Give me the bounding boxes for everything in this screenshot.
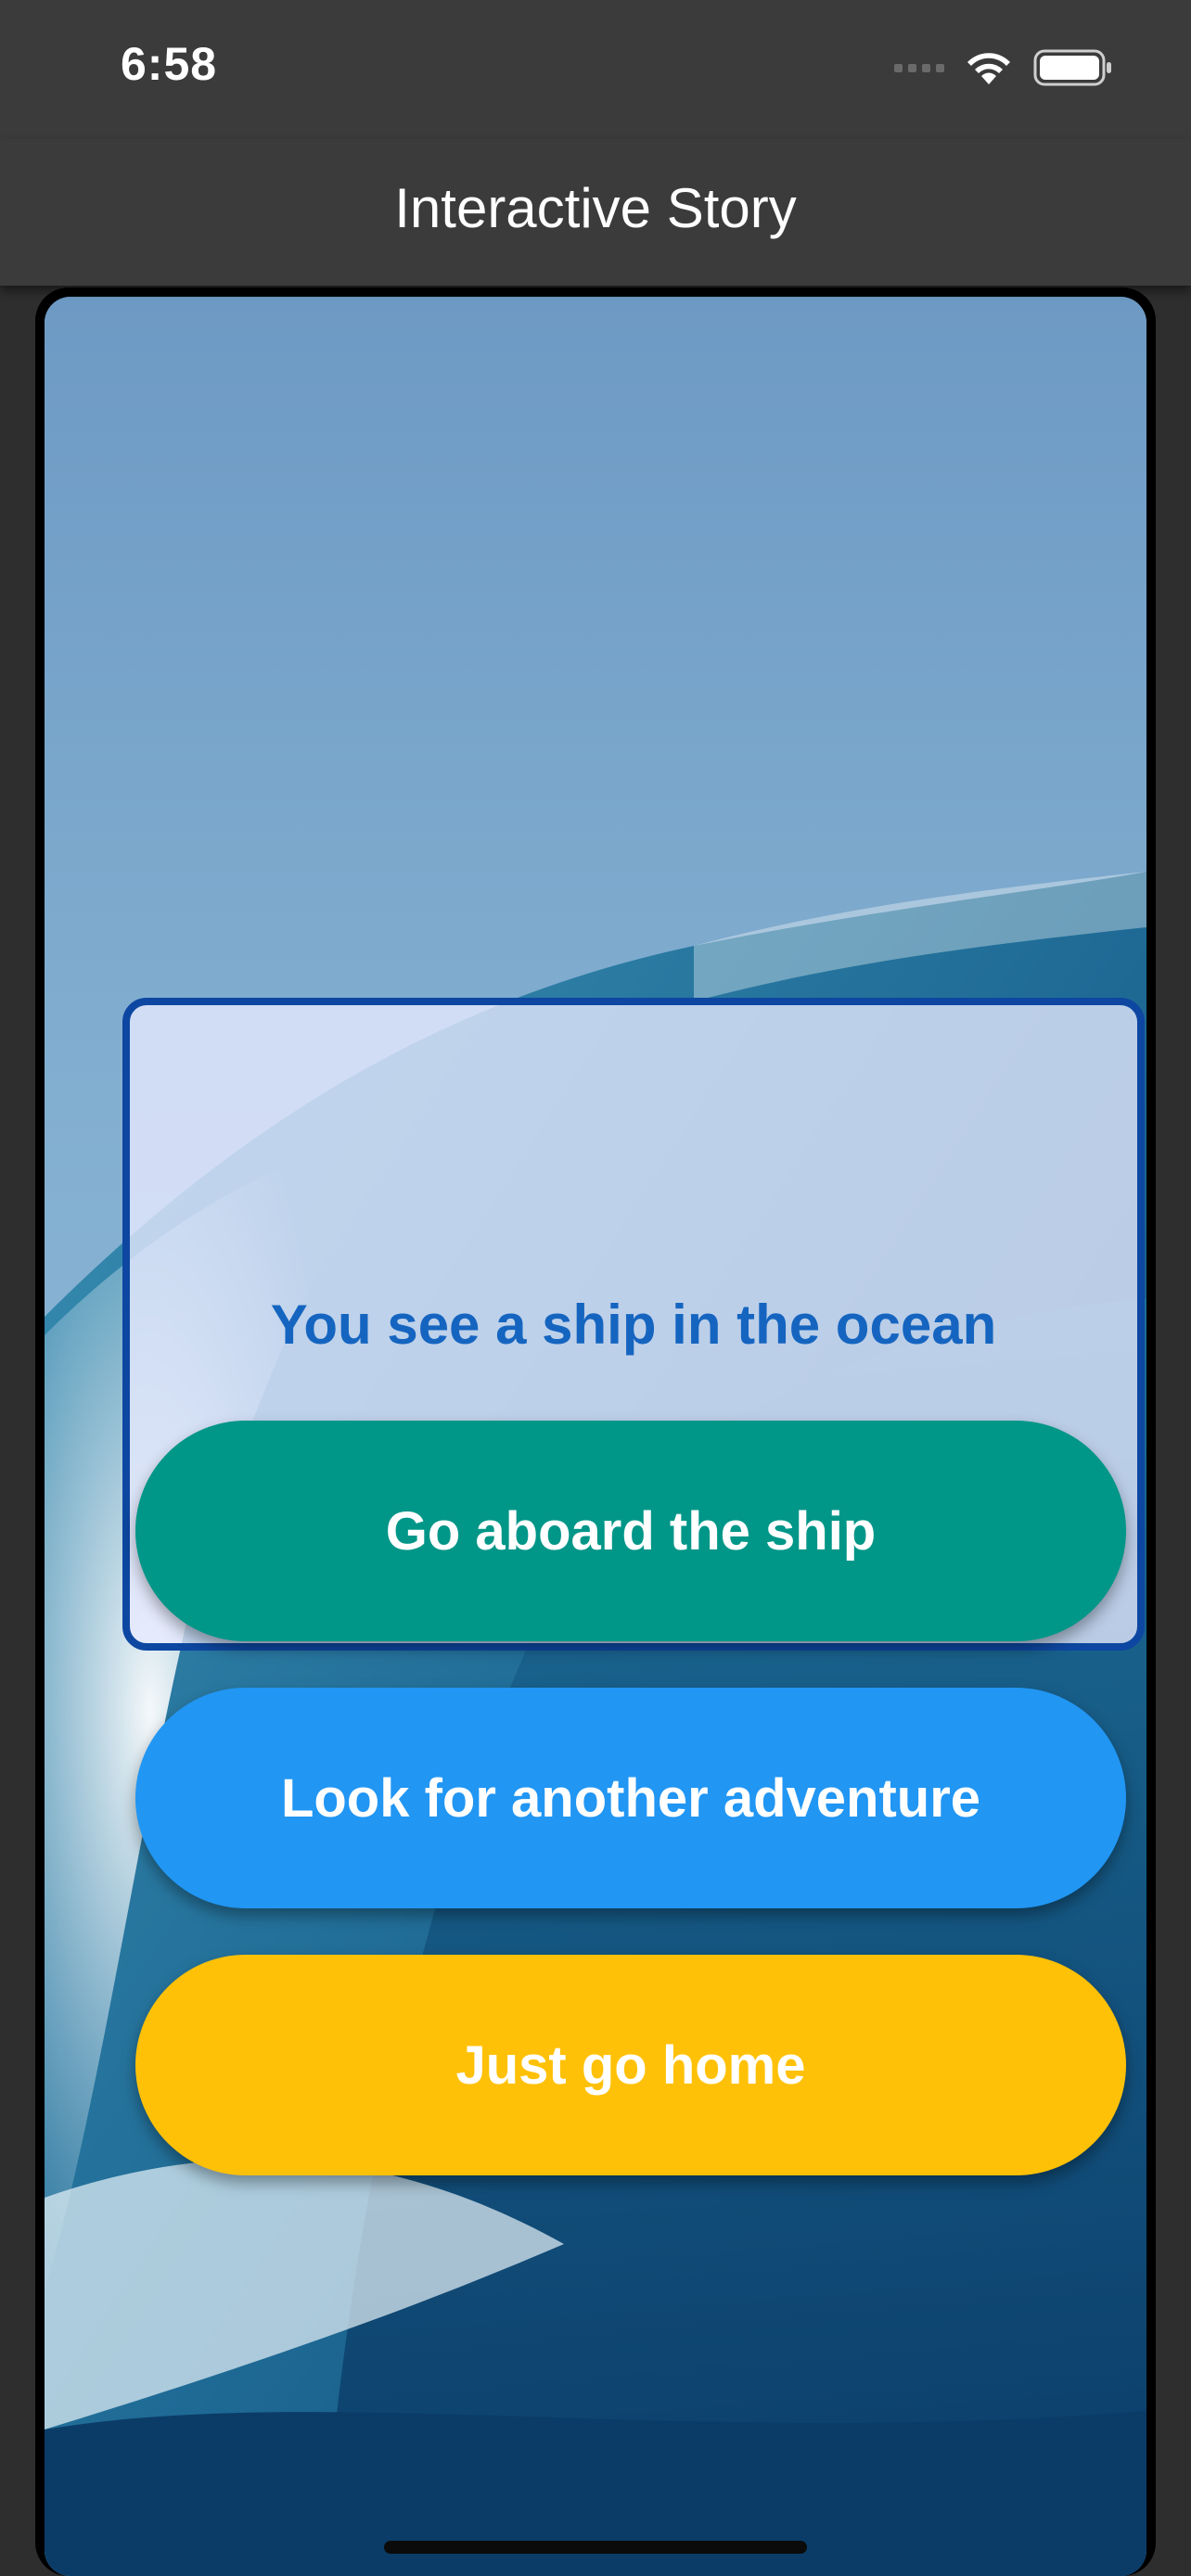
status-time: 6:58 [121,38,218,90]
choice-1-label: Go aboard the ship [385,1500,877,1562]
wifi-icon [967,53,1010,84]
story-frame: You see a ship in the ocean Go aboard th… [35,287,1156,2576]
app-bar: Interactive Story [0,139,1191,286]
choice-2-label: Look for another adventure [280,1767,981,1829]
battery-icon [1033,49,1111,86]
story-text: You see a ship in the ocean [270,1293,997,1356]
app-title: Interactive Story [394,177,797,239]
status-icons [894,46,1113,89]
choice-1-button[interactable]: Go aboard the ship [135,1421,1126,1641]
home-indicator[interactable] [384,2541,807,2554]
choice-3-button[interactable]: Just go home [135,1955,1126,2175]
choice-2-button[interactable]: Look for another adventure [135,1688,1126,1908]
cellular-signal-icon [894,63,944,72]
status-bar: 6:58 [0,0,1191,139]
choice-3-label: Just go home [455,2034,806,2096]
